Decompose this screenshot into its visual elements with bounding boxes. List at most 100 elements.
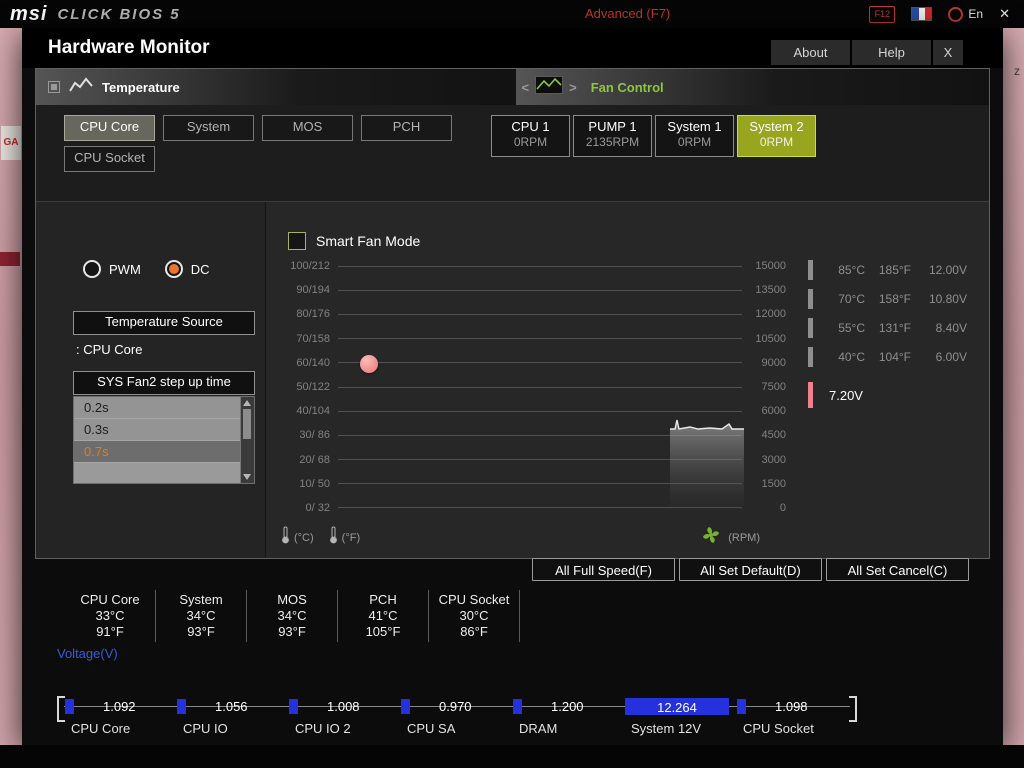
fan-selector-button[interactable]: PUMP 1 2135RPM (573, 115, 652, 157)
temperature-source-value: : CPU Core (76, 342, 143, 357)
voltage-section-label: Voltage(V) (57, 646, 118, 661)
sensor-celsius: 34°C (186, 608, 216, 623)
voltage-name: DRAM (519, 721, 558, 736)
msi-logo: msi (10, 2, 48, 25)
chart-grid-row: 90/194 13500 (280, 278, 786, 302)
action-button[interactable]: All Set Default(D) (679, 558, 822, 581)
step-up-time-button[interactable]: SYS Fan2 step up time (73, 371, 255, 395)
duty-voltage: 8.40V (935, 320, 967, 335)
collapse-toggle-icon[interactable] (48, 81, 60, 93)
current-voltage-bar (808, 382, 813, 408)
temp-tick-label: 30/ 86 (299, 429, 330, 442)
action-button[interactable]: All Set Cancel(C) (826, 558, 969, 581)
fan-selector-button[interactable]: CPU 1 0RPM (491, 115, 570, 157)
fan-name: CPU 1 (511, 119, 550, 134)
chart-axis-units: (°C) (°F) (RPM) (280, 526, 786, 549)
temperature-tab[interactable]: MOS (262, 115, 353, 141)
language-flag-icon[interactable] (911, 7, 933, 21)
meter-right-bracket (849, 696, 857, 722)
scrollbar[interactable] (240, 397, 254, 483)
voltage-value: 1.092 (103, 699, 136, 714)
pwm-radio-option[interactable]: PWM (83, 260, 141, 278)
scrollbar-thumb[interactable] (243, 409, 251, 439)
fan-name: PUMP 1 (588, 119, 637, 134)
about-button[interactable]: About (771, 40, 850, 65)
grid-line (338, 410, 742, 412)
sensor-name: MOS (277, 592, 307, 607)
sensor-celsius: 34°C (277, 608, 307, 623)
temperature-readout: PCH 41°C 105°F (338, 590, 429, 642)
sensor-fahrenheit: 93°F (278, 624, 306, 639)
language-switcher[interactable]: En (948, 6, 983, 22)
prev-fan-page-icon[interactable]: < (522, 80, 530, 95)
sensor-name: System (179, 592, 223, 607)
duty-temp-celsius: 55°C (838, 320, 865, 335)
help-button[interactable]: Help (852, 40, 931, 65)
voltage-item: 1.092 CPU Core (65, 690, 177, 740)
duty-level-bar (808, 288, 813, 309)
smart-fan-checkbox[interactable] (288, 232, 306, 250)
temperature-readout: CPU Socket 30°C 86°F (429, 590, 520, 642)
dc-radio-option[interactable]: DC (164, 260, 210, 278)
fan-curve-point[interactable] (360, 355, 378, 373)
close-button[interactable]: X (933, 40, 963, 65)
voltage-value: 1.008 (327, 699, 360, 714)
fan-curve-chart: 100/212 15000 90/194 13500 80/176 12000 (280, 254, 786, 520)
step-time-option[interactable]: 0.2s (74, 397, 241, 419)
temperature-section-title: Temperature (102, 79, 180, 95)
dc-radio[interactable] (164, 260, 183, 278)
duty-levels-column: 85°C 185°F 12.00V 70°C 158°F 10.80V 55°C… (792, 202, 989, 558)
monitor-panel: Temperature < > Fan Control CPU Core Syst… (35, 68, 990, 559)
fan-rpm-value: 0RPM (677, 135, 712, 149)
rpm-tick-label: 12000 (755, 308, 786, 321)
temp-tick-label: 10/ 50 (299, 477, 330, 490)
temperature-tab[interactable]: System (163, 115, 254, 141)
step-time-option[interactable]: 0.7s (74, 441, 241, 463)
temperature-tab[interactable]: CPU Core (64, 115, 155, 141)
grid-line (338, 338, 742, 340)
fan-curve-column: Smart Fan Mode 100/212 15000 90/194 1350… (266, 202, 792, 558)
fan-selector-button[interactable]: System 2 0RPM (737, 115, 816, 157)
next-fan-page-icon[interactable]: > (569, 80, 577, 95)
background-partial-text-right: z (1014, 64, 1020, 78)
fahrenheit-unit-label: (°F) (341, 531, 361, 544)
scroll-up-icon[interactable] (243, 400, 251, 406)
temperature-tab[interactable]: CPU Socket (64, 146, 155, 172)
action-button[interactable]: All Full Speed(F) (532, 558, 675, 581)
duty-voltage: 6.00V (935, 349, 967, 364)
temperature-source-button[interactable]: Temperature Source (73, 311, 255, 335)
temperature-tabs: CPU Core System MOS PCH CPU Socket (64, 115, 464, 172)
duty-level-row: 40°C 104°F 6.00V (808, 342, 969, 371)
voltage-bar (289, 699, 298, 714)
advanced-mode-label[interactable]: Advanced (F7) (585, 6, 670, 21)
fan-selector-button[interactable]: System 1 0RPM (655, 115, 734, 157)
voltage-name: CPU IO (183, 721, 228, 736)
duty-temp-celsius: 85°C (838, 262, 865, 277)
step-time-option[interactable]: 0.3s (74, 419, 241, 441)
temperature-tab[interactable]: PCH (361, 115, 452, 141)
scroll-down-icon[interactable] (243, 474, 251, 480)
chart-grid-row: 100/212 15000 (280, 254, 786, 278)
voltage-bar (177, 699, 186, 714)
voltage-value: 1.056 (215, 699, 248, 714)
bios-close-icon[interactable]: ✕ (999, 6, 1010, 22)
global-fan-actions: All Full Speed(F) All Set Default(D) All S… (532, 558, 969, 581)
duty-temp-fahrenheit: 185°F (878, 262, 911, 277)
fan-icon (702, 526, 720, 549)
duty-temp-fahrenheit: 131°F (878, 320, 911, 335)
rpm-tick-label: 0 (779, 501, 786, 514)
duty-temp-fahrenheit: 104°F (878, 349, 911, 364)
screenshot-f12-icon[interactable]: F12 (869, 5, 896, 23)
temp-tick-label: 90/194 (296, 284, 330, 297)
fan-mode-radios: PWM DC (83, 260, 210, 278)
voltage-item: 1.098 CPU Socket (737, 690, 849, 740)
sensor-fahrenheit: 86°F (460, 624, 488, 639)
voltage-item: 12.264 System 12V (625, 690, 737, 740)
sensor-name: CPU Core (80, 592, 140, 607)
pwm-radio[interactable] (83, 260, 101, 278)
fan-name: System 1 (667, 119, 722, 134)
fan-rpm-value: 0RPM (513, 135, 548, 149)
duty-temp-fahrenheit: 158°F (878, 291, 911, 306)
voltage-bar (65, 699, 74, 714)
duty-level-bar (808, 346, 813, 367)
